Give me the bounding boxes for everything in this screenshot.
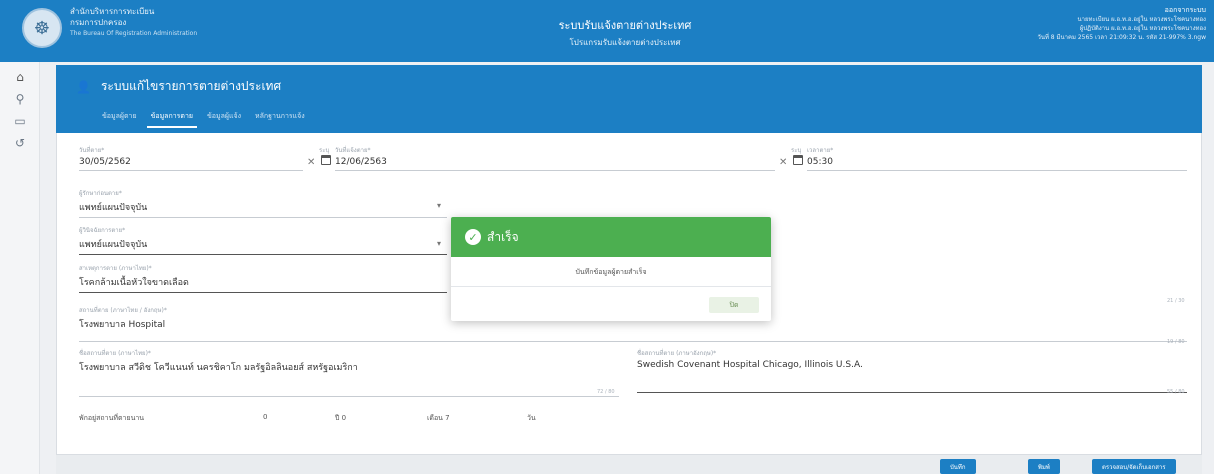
dialog-message: บันทึกข้อมูลผู้ตายสำเร็จ <box>451 257 771 287</box>
check-circle-icon: ✓ <box>465 229 481 245</box>
close-button[interactable]: ปิด <box>709 297 759 313</box>
success-dialog: ✓ สำเร็จ บันทึกข้อมูลผู้ตายสำเร็จ ปิด <box>451 217 771 321</box>
dialog-title: สำเร็จ <box>487 229 519 244</box>
dialog-header: ✓ สำเร็จ <box>451 217 771 257</box>
